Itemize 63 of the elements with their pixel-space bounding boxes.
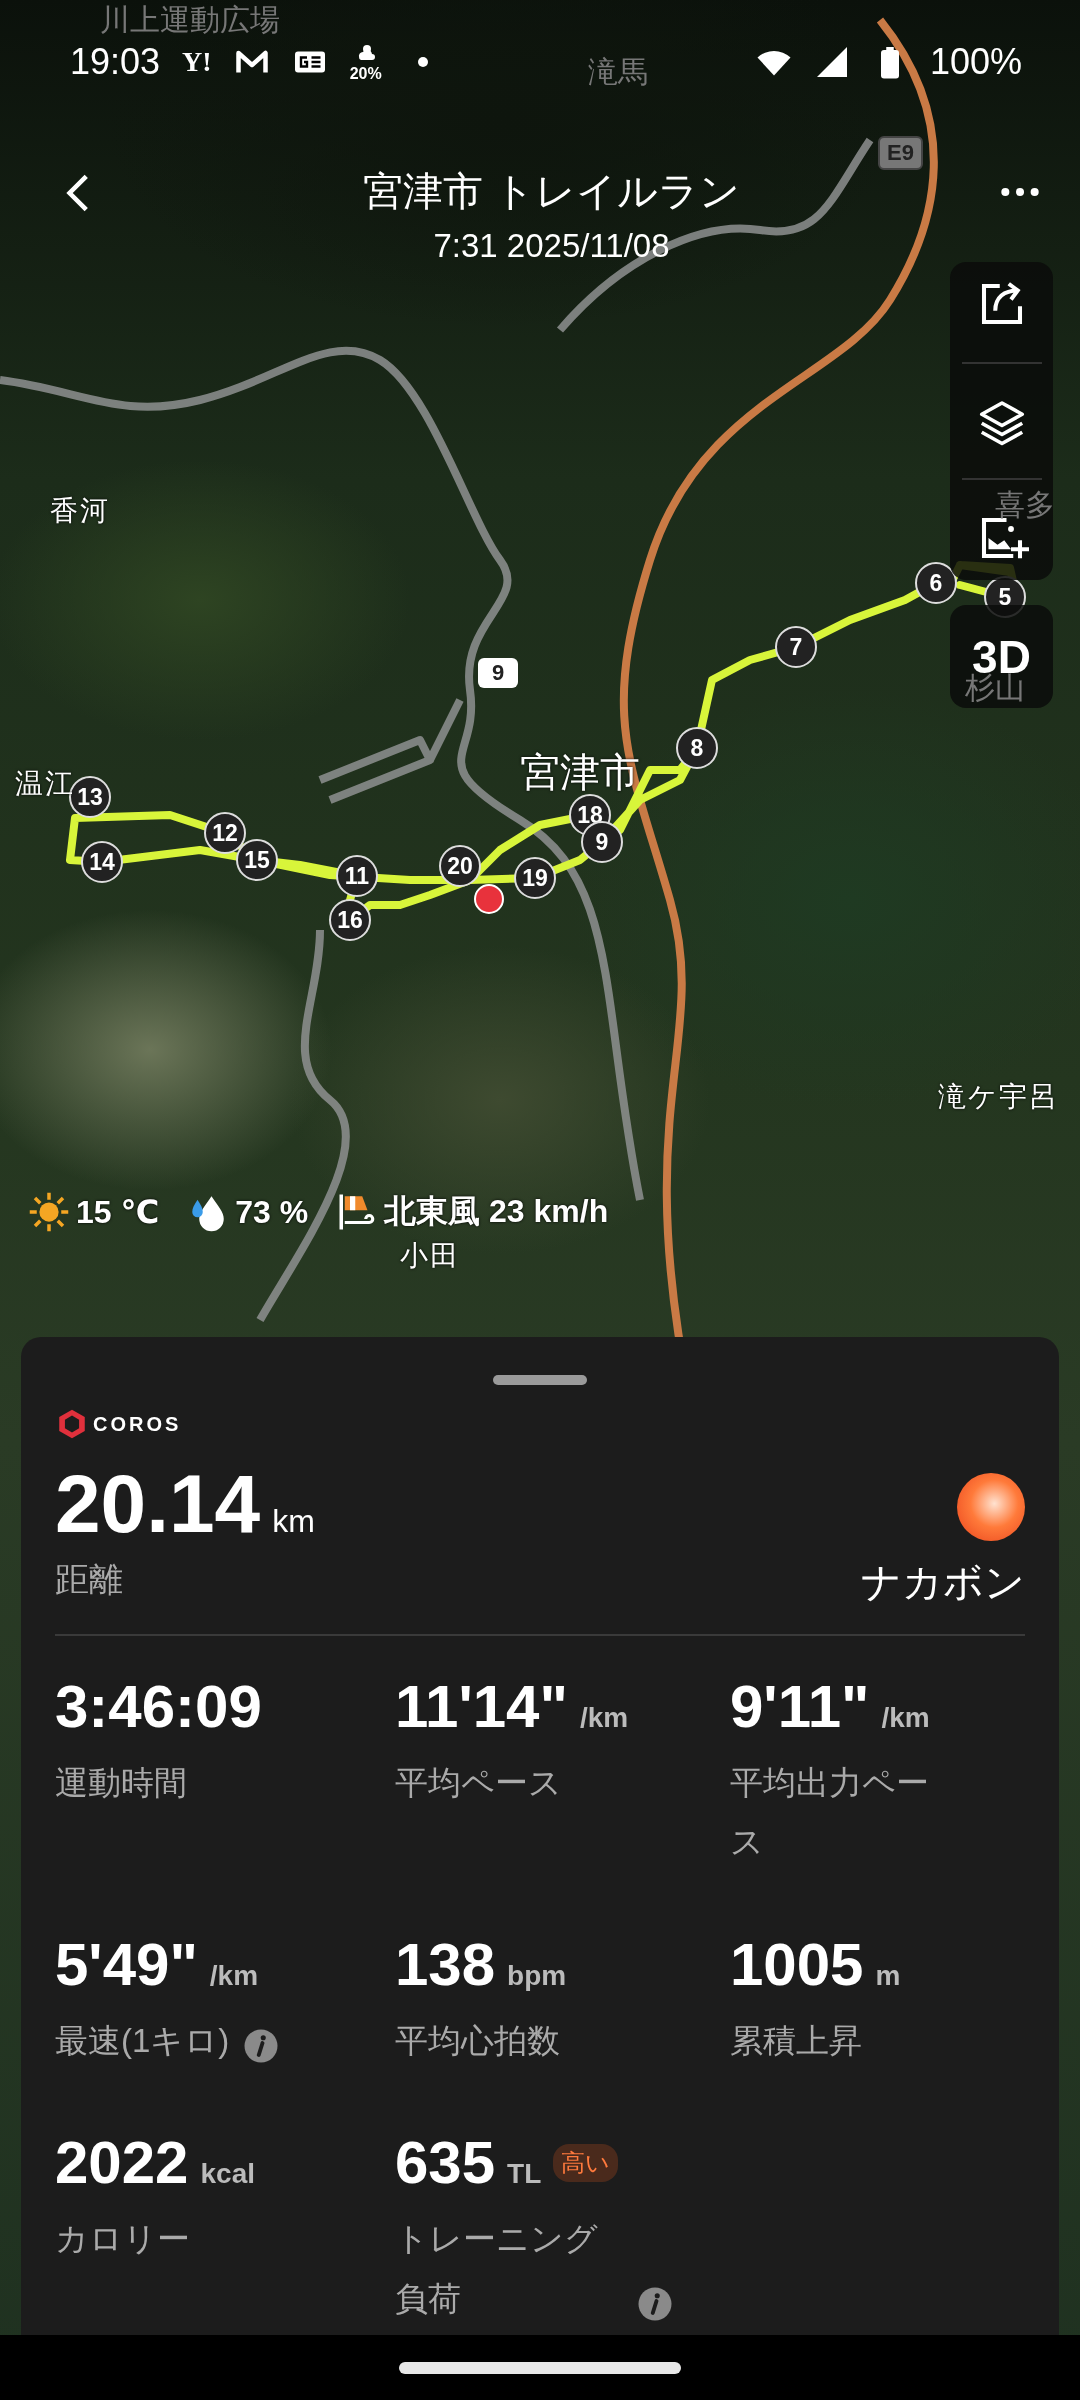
stat-unit: /km xyxy=(881,1702,930,1734)
info-icon[interactable] xyxy=(243,2028,280,2065)
weather-notification: 20% xyxy=(349,41,382,83)
map-place-label: 川上運動広場 xyxy=(100,2,280,38)
distance-label: 距離 xyxy=(55,1559,124,1600)
stat-label: 最速(1キロ) xyxy=(55,2020,230,2061)
stat-value: 138 xyxy=(395,1929,496,1999)
lap-marker: 19 xyxy=(514,857,556,899)
weather-reading: 15 ℃ xyxy=(76,1193,160,1231)
stat-label: 運動時間 xyxy=(55,1763,187,1803)
stat-value: 1005 xyxy=(730,1929,864,1999)
stat-label: 平均ペース xyxy=(395,1763,562,1803)
map-place-label: 滝馬 xyxy=(588,54,648,90)
distance-value: 20.14 xyxy=(55,1457,261,1551)
notification-app-label: Y! xyxy=(182,46,212,78)
map-place-label: 喜多 xyxy=(995,487,1055,523)
map-place-label: 小田 xyxy=(400,1239,460,1273)
map-place-label: 滝ケ宇呂 xyxy=(938,1080,1059,1114)
stat-label: 平均出力ペース xyxy=(730,1763,930,1863)
stat-value: 2022 xyxy=(55,2128,189,2198)
stat-value: 9'11" xyxy=(730,1672,870,1741)
info-icon[interactable] xyxy=(637,2285,673,2322)
stat-unit: TL xyxy=(507,2158,542,2191)
stat-label: 平均心拍数 xyxy=(395,2020,560,2061)
home-gesture-bar[interactable] xyxy=(399,2361,681,2374)
lap-marker: 6 xyxy=(915,562,957,604)
activity-datetime: 7:31 2025/11/08 xyxy=(433,227,670,265)
lap-marker: 8 xyxy=(676,727,718,769)
road-number-badge: 9 xyxy=(478,658,519,688)
battery-percent: 100% xyxy=(929,41,1022,83)
activity-title: 宮津市 トレイルラン xyxy=(362,168,741,215)
status-time: 19:03 xyxy=(70,41,161,83)
stat-unit: /km xyxy=(209,1959,259,1992)
location-dot-icon xyxy=(474,884,504,914)
weather-reading: 73 % xyxy=(235,1193,309,1231)
stat-value: 3:46:09 xyxy=(55,1672,262,1741)
notification-dot-icon xyxy=(417,57,428,67)
stat-unit: /km xyxy=(579,1702,629,1734)
brand-logo-text: COROS xyxy=(93,1412,182,1436)
lap-marker: 7 xyxy=(775,626,817,668)
sun-icon xyxy=(28,1191,70,1233)
map-place-label: 香河 xyxy=(50,494,110,528)
level-badge: 高い xyxy=(553,2143,619,2182)
lap-marker: 16 xyxy=(329,899,371,941)
drag-handle[interactable] xyxy=(493,1375,587,1385)
weather-reading: 北東風 23 km/h xyxy=(384,1192,609,1231)
stat-label: カロリー xyxy=(55,2219,190,2260)
stat-label: 累積上昇 xyxy=(730,2020,862,2061)
user-name: ナカボン xyxy=(861,1559,1025,1606)
lap-marker: 14 xyxy=(81,841,123,883)
stat-value: 11'14" xyxy=(395,1672,568,1741)
lap-marker: 15 xyxy=(236,839,278,881)
lap-marker: 20 xyxy=(439,845,481,887)
stat-unit: kcal xyxy=(200,2158,255,2191)
lap-marker: 12 xyxy=(204,812,246,854)
distance-unit: km xyxy=(272,1503,315,1540)
stat-unit: bpm xyxy=(507,1959,567,1992)
stat-unit: m xyxy=(875,1959,901,1992)
stat-value: 635 xyxy=(395,2128,496,2198)
stat-label: トレーニング負荷 xyxy=(395,2219,599,2319)
stat-value: 5'49" xyxy=(55,1929,198,1999)
road-number-badge: E9 xyxy=(878,136,923,170)
lap-marker: 11 xyxy=(336,855,378,897)
